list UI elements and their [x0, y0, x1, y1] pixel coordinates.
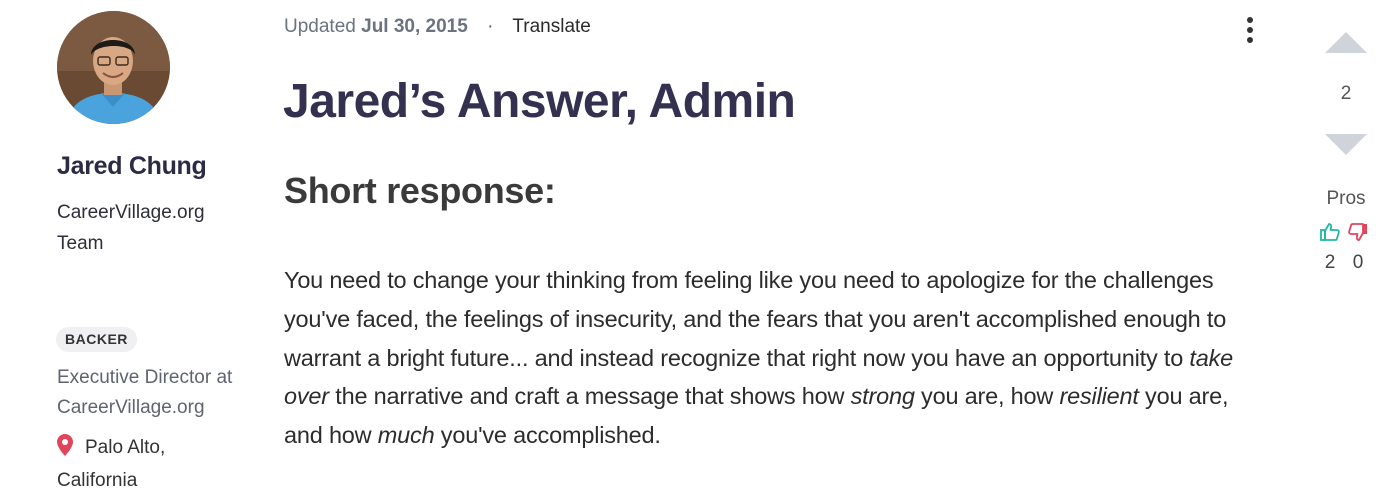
pros-label: Pros: [1326, 188, 1366, 209]
translate-link[interactable]: Translate: [512, 16, 591, 37]
answer-title: Jared’s Answer, Admin: [283, 75, 796, 128]
answer-emphasis: much: [377, 422, 435, 449]
author-location: Palo Alto, California: [57, 433, 217, 496]
author-org: CareerVillage.org Team: [57, 202, 205, 254]
con-count: 0: [1352, 252, 1364, 273]
answer-body: You need to change your thinking from fe…: [284, 261, 1259, 455]
answer-text-segment: you are, how: [914, 383, 1060, 410]
upvote-button[interactable]: [1325, 32, 1367, 56]
answer-text-segment: You need to change your thinking from fe…: [284, 267, 1227, 371]
more-options-icon[interactable]: [1238, 14, 1262, 48]
answer-emphasis: strong: [850, 383, 915, 410]
updated-date: Jul 30, 2015: [361, 16, 468, 37]
thumb-up-icon[interactable]: [1319, 221, 1341, 243]
pro-count: 2: [1324, 252, 1336, 273]
answer-meta: Updated Jul 30, 2015 · Translate: [284, 13, 591, 41]
author-title: Executive Director at CareerVillage.org: [57, 367, 233, 418]
thumb-down-icon[interactable]: [1347, 221, 1369, 243]
answer-subheading: Short response:: [284, 170, 556, 211]
answer-text-segment: the narrative and craft a message that s…: [328, 383, 851, 410]
updated-label: Updated: [284, 16, 356, 37]
author-avatar[interactable]: [57, 11, 170, 124]
vote-count: 2: [1340, 83, 1352, 104]
answer-text-segment: you've accomplished.: [434, 422, 661, 449]
downvote-button[interactable]: [1325, 134, 1367, 158]
triangle-up-icon: [1325, 32, 1367, 53]
avatar-photo: [57, 11, 170, 124]
location-pin-icon: [57, 434, 85, 466]
triangle-down-icon: [1325, 134, 1367, 155]
answer-emphasis: resilient: [1059, 383, 1139, 410]
author-name[interactable]: Jared Chung: [57, 152, 207, 181]
backer-badge: BACKER: [56, 327, 137, 352]
meta-separator: ·: [487, 16, 494, 37]
